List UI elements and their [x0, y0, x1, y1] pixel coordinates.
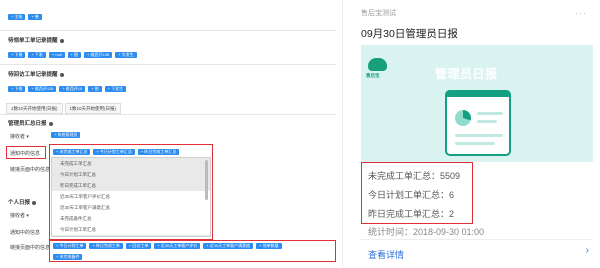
- tag-row-top: + 主账 + 善: [8, 14, 42, 20]
- tag[interactable]: + 下发生: [104, 86, 127, 92]
- report-document-icon: [445, 90, 511, 156]
- document-line: [477, 112, 503, 115]
- section-title-text: 管理员汇总日报: [8, 121, 47, 127]
- receiver-tags: + 系统管理员: [51, 132, 81, 138]
- pie-chart-icon: [455, 110, 471, 126]
- banner-title: 管理员日报: [435, 67, 498, 81]
- highlight-box: [49, 144, 213, 240]
- section-title-text: 待领单工单记录提醒: [8, 38, 58, 44]
- highlight-box: [6, 146, 46, 159]
- section-title-admin-daily: 管理员汇总日报: [8, 119, 53, 127]
- receiver-label[interactable]: 接收者 ▾: [10, 133, 29, 140]
- notify-info-label: 通知中的信息: [10, 230, 41, 236]
- view-details-link[interactable]: 查看详情: [368, 248, 404, 261]
- tag[interactable]: + 下发: [28, 52, 46, 58]
- info-icon[interactable]: [59, 72, 64, 77]
- cloud-logo-icon: [368, 58, 387, 71]
- tag[interactable]: + 维西开10: [59, 86, 86, 92]
- tag[interactable]: + 维西开115: [28, 86, 57, 92]
- document-header: [445, 90, 511, 97]
- section-title-pending-dispatch: 待领单工单记录提醒: [8, 36, 64, 44]
- tag[interactable]: + 善: [28, 14, 42, 20]
- tag[interactable]: + 文发生: [115, 52, 137, 58]
- section-title-pending-revisit: 待回访工单记录提醒: [8, 70, 64, 78]
- chevron-right-icon[interactable]: ›: [586, 245, 589, 256]
- card-title: 09月30日管理员日报: [361, 28, 458, 40]
- divider: [0, 30, 336, 31]
- document-line: [477, 120, 497, 123]
- receiver-label[interactable]: 接收者 ▾: [10, 212, 29, 219]
- stat-time: 统计时间：2018-09-30 01:00: [368, 227, 485, 237]
- info-icon[interactable]: [59, 38, 64, 43]
- highlight-box: [49, 240, 336, 262]
- divider: [361, 239, 593, 240]
- tag[interactable]: + 图: [67, 52, 82, 58]
- app-name: 售后宝测试: [361, 10, 396, 17]
- tab-second[interactable]: 1数10天开始使用(日报): [64, 103, 122, 114]
- info-icon[interactable]: [48, 121, 53, 126]
- daily-report-card: 售后宝测试 ··· 09月30日管理员日报 售后宝 管理员日报 未完成工单汇总：…: [342, 0, 600, 268]
- section-title-text: 待回访工单记录提醒: [8, 72, 58, 78]
- more-icon[interactable]: ···: [575, 8, 587, 18]
- logo-text: 售后宝: [366, 73, 380, 78]
- settings-panel: + 主账 + 善 待领单工单记录提醒 + 下拨 + 下发 + null + 图 …: [0, 0, 336, 268]
- tag[interactable]: + 维西开106: [84, 52, 113, 58]
- highlight-box: [361, 162, 473, 224]
- tag[interactable]: + 图: [88, 86, 102, 92]
- tag-row-section1: + 下拨 + 下发 + null + 图 + 维西开106 + 文发生: [8, 52, 137, 58]
- info-icon[interactable]: [32, 200, 37, 205]
- tag[interactable]: + null: [48, 52, 65, 58]
- tag[interactable]: + 系统管理员: [51, 132, 81, 138]
- tag-row-section2: + 下拨 + 维西开115 + 维西开10 + 图 + 下发生: [8, 86, 127, 92]
- divider: [0, 64, 336, 65]
- tag[interactable]: + 主账: [8, 14, 26, 20]
- report-banner: 售后宝 管理员日报: [361, 45, 593, 162]
- document-line: [455, 142, 495, 145]
- link-info-label: 链接页面中的信息: [10, 167, 51, 173]
- tag[interactable]: + 下拨: [8, 52, 26, 58]
- tag[interactable]: + 下拨: [8, 86, 26, 92]
- tab-first[interactable]: 1数10天开始使用(日报): [6, 103, 63, 114]
- section-title-personal-daily: 个人日报: [8, 198, 37, 206]
- section-title-text: 个人日报: [8, 200, 31, 206]
- divider: [0, 114, 336, 115]
- document-line: [455, 134, 503, 137]
- link-info-label: 链接页面中的信息: [10, 245, 51, 251]
- tab-bar: 1数10天开始使用(日报) 1数10天开始使用(日报): [6, 103, 123, 114]
